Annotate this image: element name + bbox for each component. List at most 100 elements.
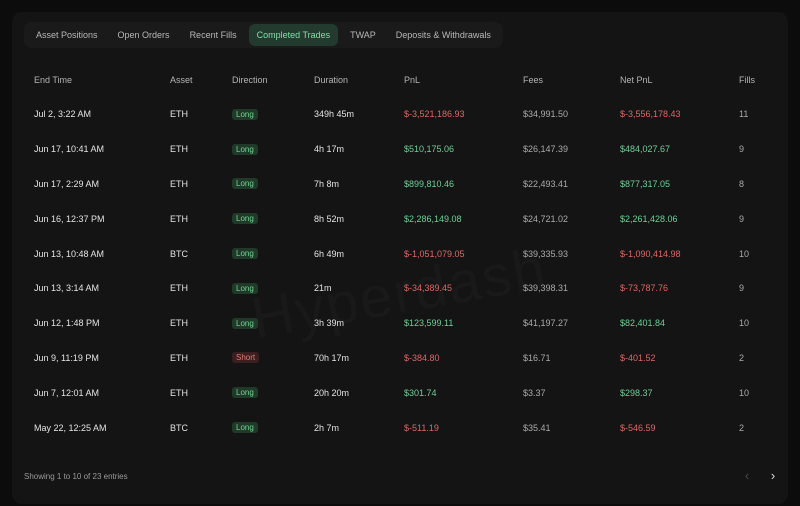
table-row: Jun 7, 12:01 AM ETH Long 20h 20m $301.74 $3.3… (24, 375, 776, 410)
tab-recent-fills[interactable]: Recent Fills (182, 24, 245, 46)
end-time-cell: Jun 13, 10:48 AM (34, 248, 105, 259)
end-time-cell: Jun 17, 2:29 AM (34, 178, 100, 189)
fills-cell: 2 (739, 422, 745, 433)
direction-cell: Long (222, 271, 304, 306)
entries-count: Showing 1 to 10 of 23 entries (24, 472, 128, 481)
column-header-fees[interactable]: Fees (513, 62, 610, 97)
chevron-left-icon[interactable]: ‹ (740, 466, 754, 486)
duration-cell: 349h 45m (314, 109, 355, 120)
direction-cell: Long (222, 306, 304, 341)
column-header-end-time[interactable]: End Time (24, 62, 160, 97)
column-header-pnl[interactable]: PnL (394, 62, 513, 97)
table-row: May 22, 12:25 AM BTC Long 2h 7m $-511.19 $35.… (24, 410, 776, 445)
end-time-cell: Jun 9, 11:19 PM (34, 352, 99, 363)
fees-cell: $34,991.50 (523, 109, 569, 120)
duration-cell: 70h 17m (314, 352, 350, 363)
asset-cell: BTC (170, 248, 188, 259)
pnl-cell: $301.74 (404, 387, 437, 398)
pnl-cell: $123,599.11 (404, 318, 454, 329)
direction-badge: Long (232, 248, 258, 260)
direction-badge: Long (232, 178, 258, 190)
column-header-net-pnl[interactable]: Net PnL (610, 62, 729, 97)
asset-cell: ETH (170, 109, 188, 120)
fees-cell: $16.71 (523, 352, 551, 363)
pnl-cell: $899,810.46 (404, 178, 455, 189)
table-row: Jun 13, 3:14 AM ETH Long 21m $-34,389.45 $39,… (24, 271, 776, 306)
pnl-cell: $510,175.06 (404, 144, 455, 155)
asset-cell: ETH (170, 213, 188, 224)
direction-badge: Long (232, 108, 258, 120)
tab-twap[interactable]: TWAP (342, 24, 384, 46)
direction-cell: Long (222, 236, 304, 271)
fills-cell: 9 (739, 283, 745, 294)
fills-cell: 10 (739, 248, 750, 259)
duration-cell: 21m (314, 283, 332, 294)
fills-cell: 9 (739, 213, 745, 224)
table-row: Jun 13, 10:48 AM BTC Long 6h 49m $-1,051,079… (24, 236, 776, 271)
direction-cell: Long (222, 410, 304, 445)
column-header-asset[interactable]: Asset (160, 62, 222, 97)
fees-cell: $24,721.02 (523, 213, 569, 224)
direction-cell: Long (222, 201, 304, 236)
net-pnl-cell: $484,027.67 (620, 144, 671, 155)
direction-badge: Long (232, 143, 258, 155)
table-row: Jun 17, 2:29 AM ETH Long 7h 8m $899,810.46 $2… (24, 167, 776, 202)
net-pnl-cell: $-3,556,178.43 (620, 109, 681, 120)
pagination: ‹ › (740, 466, 780, 486)
direction-cell: Short (222, 341, 304, 376)
direction-cell: Long (222, 132, 304, 167)
table-row: Jun 17, 10:41 AM ETH Long 4h 17m $510,175.06… (24, 132, 776, 167)
tab-open-orders[interactable]: Open Orders (110, 24, 178, 46)
asset-cell: ETH (170, 318, 188, 329)
tab-asset-positions[interactable]: Asset Positions (28, 24, 106, 46)
pnl-cell: $-511.19 (404, 422, 439, 433)
fills-cell: 10 (739, 387, 750, 398)
end-time-cell: Jun 7, 12:01 AM (34, 387, 100, 398)
net-pnl-cell: $-401.52 (620, 352, 656, 363)
pnl-cell: $-384.80 (404, 352, 440, 363)
end-time-cell: Jul 2, 3:22 AM (34, 109, 92, 120)
net-pnl-cell: $-546.59 (620, 422, 656, 433)
fees-cell: $39,398.31 (523, 283, 569, 294)
fees-cell: $41,197.27 (523, 318, 569, 329)
pnl-cell: $-1,051,079.05 (404, 248, 465, 259)
table-header-row: End Time Asset Direction Duration PnL Fe… (24, 62, 776, 97)
end-time-cell: Jun 12, 1:48 PM (34, 318, 100, 329)
direction-cell: Long (222, 97, 304, 132)
table-row: Jun 16, 12:37 PM ETH Long 8h 52m $2,286,149.… (24, 201, 776, 236)
net-pnl-cell: $-73,787.76 (620, 283, 669, 294)
net-pnl-cell: $877,317.05 (620, 178, 671, 189)
fills-cell: 9 (739, 144, 745, 155)
direction-badge: Long (232, 422, 258, 434)
tab-deposits-withdrawals[interactable]: Deposits & Withdrawals (388, 24, 499, 46)
fees-cell: $3.37 (523, 387, 546, 398)
tab-completed-trades[interactable]: Completed Trades (248, 24, 339, 46)
fees-cell: $26,147.39 (523, 144, 569, 155)
tab-bar: Asset Positions Open Orders Recent Fills… (24, 22, 503, 48)
duration-cell: 7h 8m (314, 178, 340, 189)
direction-cell: Long (222, 167, 304, 202)
asset-cell: ETH (170, 387, 188, 398)
column-header-direction[interactable]: Direction (222, 62, 304, 97)
fills-cell: 8 (739, 178, 745, 189)
column-header-duration[interactable]: Duration (304, 62, 394, 97)
end-time-cell: Jun 16, 12:37 PM (34, 213, 105, 224)
duration-cell: 2h 7m (314, 422, 340, 433)
chevron-right-icon[interactable]: › (766, 466, 780, 486)
end-time-cell: May 22, 12:25 AM (34, 422, 107, 433)
duration-cell: 8h 52m (314, 213, 345, 224)
pnl-cell: $-3,521,186.93 (404, 109, 465, 120)
fees-cell: $22,493.41 (523, 178, 569, 189)
fills-cell: 11 (739, 109, 749, 120)
net-pnl-cell: $2,261,428.06 (620, 213, 678, 224)
pnl-cell: $2,286,149.08 (404, 213, 462, 224)
fees-cell: $35.41 (523, 422, 551, 433)
end-time-cell: Jun 13, 3:14 AM (34, 283, 100, 294)
completed-trades-table: End Time Asset Direction Duration PnL Fe… (24, 62, 776, 445)
duration-cell: 20h 20m (314, 387, 350, 398)
table-row: Jun 9, 11:19 PM ETH Short 70h 17m $-384.80 $1… (24, 341, 776, 376)
asset-cell: ETH (170, 178, 188, 189)
column-header-fills[interactable]: Fills (729, 62, 776, 97)
direction-badge: Short (232, 352, 260, 364)
pnl-cell: $-34,389.45 (404, 283, 453, 294)
